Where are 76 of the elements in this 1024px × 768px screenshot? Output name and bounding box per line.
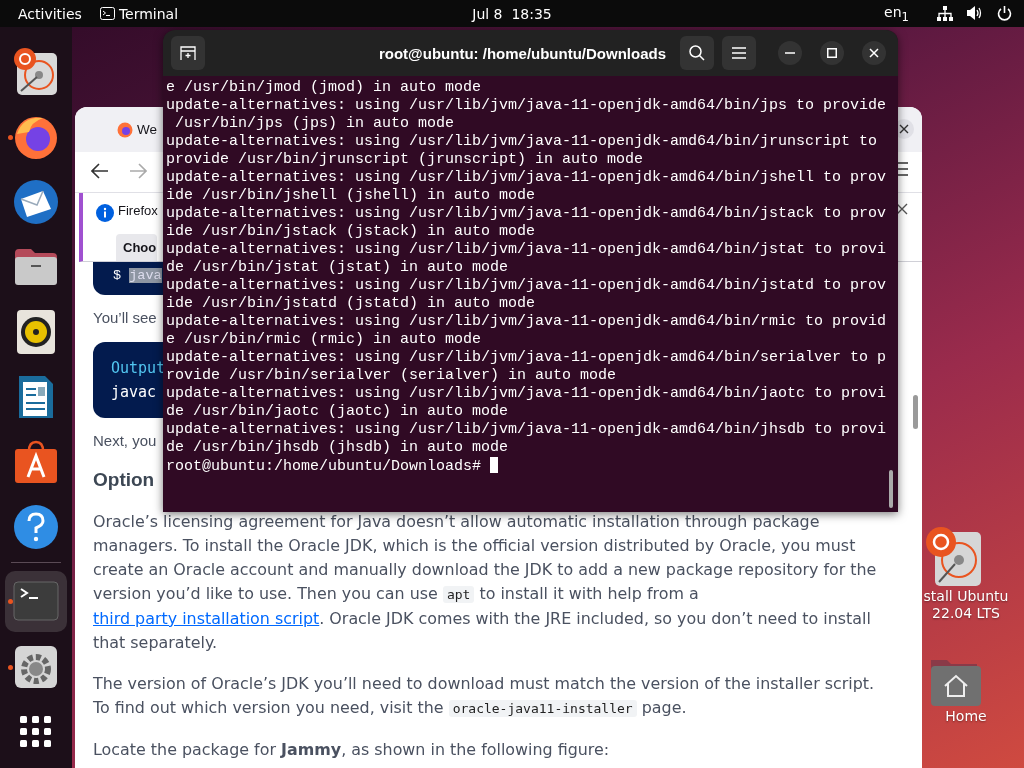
terminal-line: e /usr/bin/jmod (jmod) in auto mode xyxy=(166,79,482,96)
notification-message: Firefox xyxy=(118,203,158,218)
desktop-icon-label[interactable]: Home xyxy=(918,708,1014,725)
paragraph: Oracle’s licensing agreement for Java doesn’t allow automatic installation through package managers. To install the Oracle JDK, which is the official version distributed by Oracle, you must create an Oracle account and manually download the JDK to add a new package repository for the version you’d like to use. Then you can use apt to install it with help from a third party installation script. Oracle JDK comes with the JRE included, so you don’t need to install that separately. xyxy=(93,511,878,654)
close-icon xyxy=(869,48,879,58)
terminal-line: update-alternatives: using /usr/lib/jvm/java-11-openjdk-amd64/bin/jhsdb to provi xyxy=(166,421,887,438)
terminal-line: /usr/bin/jps (jps) in auto mode xyxy=(174,115,455,132)
mail-icon xyxy=(13,178,59,225)
terminal-line: de /usr/bin/jhsdb (jhsdb) in auto mode xyxy=(166,439,509,456)
paragraph: The version of Oracle’s JDK you’ll need to download must match the version of the installer script. To find out which version you need, visit the oracle-java11-installer page. xyxy=(93,673,876,719)
menu-button[interactable] xyxy=(722,36,756,70)
window-title: root@ubuntu: /home/ubuntu/Downloads xyxy=(378,44,667,62)
link[interactable]: third party installation script xyxy=(93,609,320,628)
terminal-line: de /usr/bin/jaotc (jaotc) in auto mode xyxy=(166,403,509,420)
maximize-button[interactable] xyxy=(820,41,844,65)
maximize-icon xyxy=(827,48,837,58)
browser-tab[interactable]: We xyxy=(117,121,157,138)
terminal-line: update-alternatives: using /usr/lib/jvm/java-11-openjdk-amd64/bin/jaotc to provi xyxy=(166,385,887,402)
minimize-button[interactable] xyxy=(778,41,802,65)
terminal-line: update-alternatives: using /usr/lib/jvm/java-11-openjdk-amd64/bin/jstat to provi xyxy=(166,241,887,258)
installer-disc-icon xyxy=(13,46,59,97)
minimize-icon xyxy=(785,52,795,54)
close-icon xyxy=(896,203,908,215)
volume-icon[interactable] xyxy=(967,6,983,21)
folder-icon xyxy=(13,246,59,287)
terminal-line: update-alternatives: using /usr/lib/jvm/java-11-openjdk-amd64/bin/jshell to prov xyxy=(166,169,887,186)
terminal-line: provide /usr/bin/jrunscript (jrunscript) in auto mode xyxy=(166,151,644,168)
terminal-line: ide /usr/bin/jstack (jstack) in auto mode xyxy=(166,223,536,240)
speaker-icon xyxy=(16,308,56,355)
terminal-line: update-alternatives: using /usr/lib/jvm/java-11-openjdk-amd64/bin/rmic to provid xyxy=(166,313,887,330)
paragraph: Locate the package for Jammy, as shown in the following figure: xyxy=(93,739,611,761)
text: You’ll see xyxy=(93,309,157,326)
new-tab-icon xyxy=(180,45,196,61)
close-button[interactable] xyxy=(862,41,886,65)
output-label: Output xyxy=(111,358,166,379)
terminal-line: e /usr/bin/rmic (rmic) in auto mode xyxy=(166,331,482,348)
output-line: javac xyxy=(111,382,157,403)
new-tab-button[interactable] xyxy=(171,36,205,70)
inline-code: apt xyxy=(442,586,475,603)
section-heading: Option xyxy=(93,469,155,491)
terminal-line: ide /usr/bin/jstatd (jstatd) in auto mode xyxy=(166,295,536,312)
info-icon xyxy=(96,204,114,222)
search-icon xyxy=(689,45,705,61)
desktop-icon-label[interactable]: stall Ubuntu 22.04 LTS xyxy=(918,588,1014,622)
scrollbar[interactable] xyxy=(913,395,918,429)
terminal-icon xyxy=(99,7,115,20)
terminal-line: update-alternatives: using /usr/lib/jvm/java-11-openjdk-amd64/bin/jrunscript to xyxy=(166,133,878,150)
terminal-line: update-alternatives: using /usr/lib/jvm/java-11-openjdk-amd64/bin/jstack to prov xyxy=(166,205,887,222)
clock[interactable]: Jul 8 18:35 xyxy=(472,5,552,22)
text: Next, you xyxy=(93,432,157,449)
gear-icon xyxy=(14,645,58,690)
text-cursor xyxy=(490,457,499,473)
app-menu[interactable]: Terminal xyxy=(114,5,183,22)
terminal-line: update-alternatives: using /usr/lib/jvm/java-11-openjdk-amd64/bin/jps to provide xyxy=(166,97,887,114)
inline-code: oracle-java11-installer xyxy=(448,700,637,717)
browser-icon xyxy=(117,121,133,138)
close-icon xyxy=(899,124,909,134)
help-icon xyxy=(13,503,59,550)
input-source[interactable]: en$_{1}$ xyxy=(884,3,909,24)
app-grid-icon xyxy=(20,716,52,749)
power-icon[interactable] xyxy=(997,6,1012,21)
shopping-bag-icon xyxy=(13,438,59,485)
notification-button[interactable]: Choo xyxy=(116,234,157,261)
terminal-icon xyxy=(13,581,59,622)
terminal-line: ide /usr/bin/jshell (jshell) in auto mode xyxy=(166,187,536,204)
document-icon xyxy=(17,373,55,420)
activities-button[interactable]: Activities xyxy=(0,5,100,22)
terminal-line: update-alternatives: using /usr/lib/jvm/java-11-openjdk-amd64/bin/serialver to p xyxy=(166,349,887,366)
network-icon[interactable] xyxy=(937,6,953,21)
back-arrow-icon xyxy=(91,162,109,179)
forward-arrow-icon xyxy=(129,162,147,179)
scrollbar[interactable] xyxy=(889,470,893,508)
search-button[interactable] xyxy=(680,36,714,70)
terminal-line: rovide /usr/bin/serialver (serialver) in auto mode xyxy=(166,367,617,384)
terminal-prompt: root@ubuntu:/home/ubuntu/Downloads# xyxy=(166,458,483,475)
menu-icon xyxy=(732,47,746,59)
